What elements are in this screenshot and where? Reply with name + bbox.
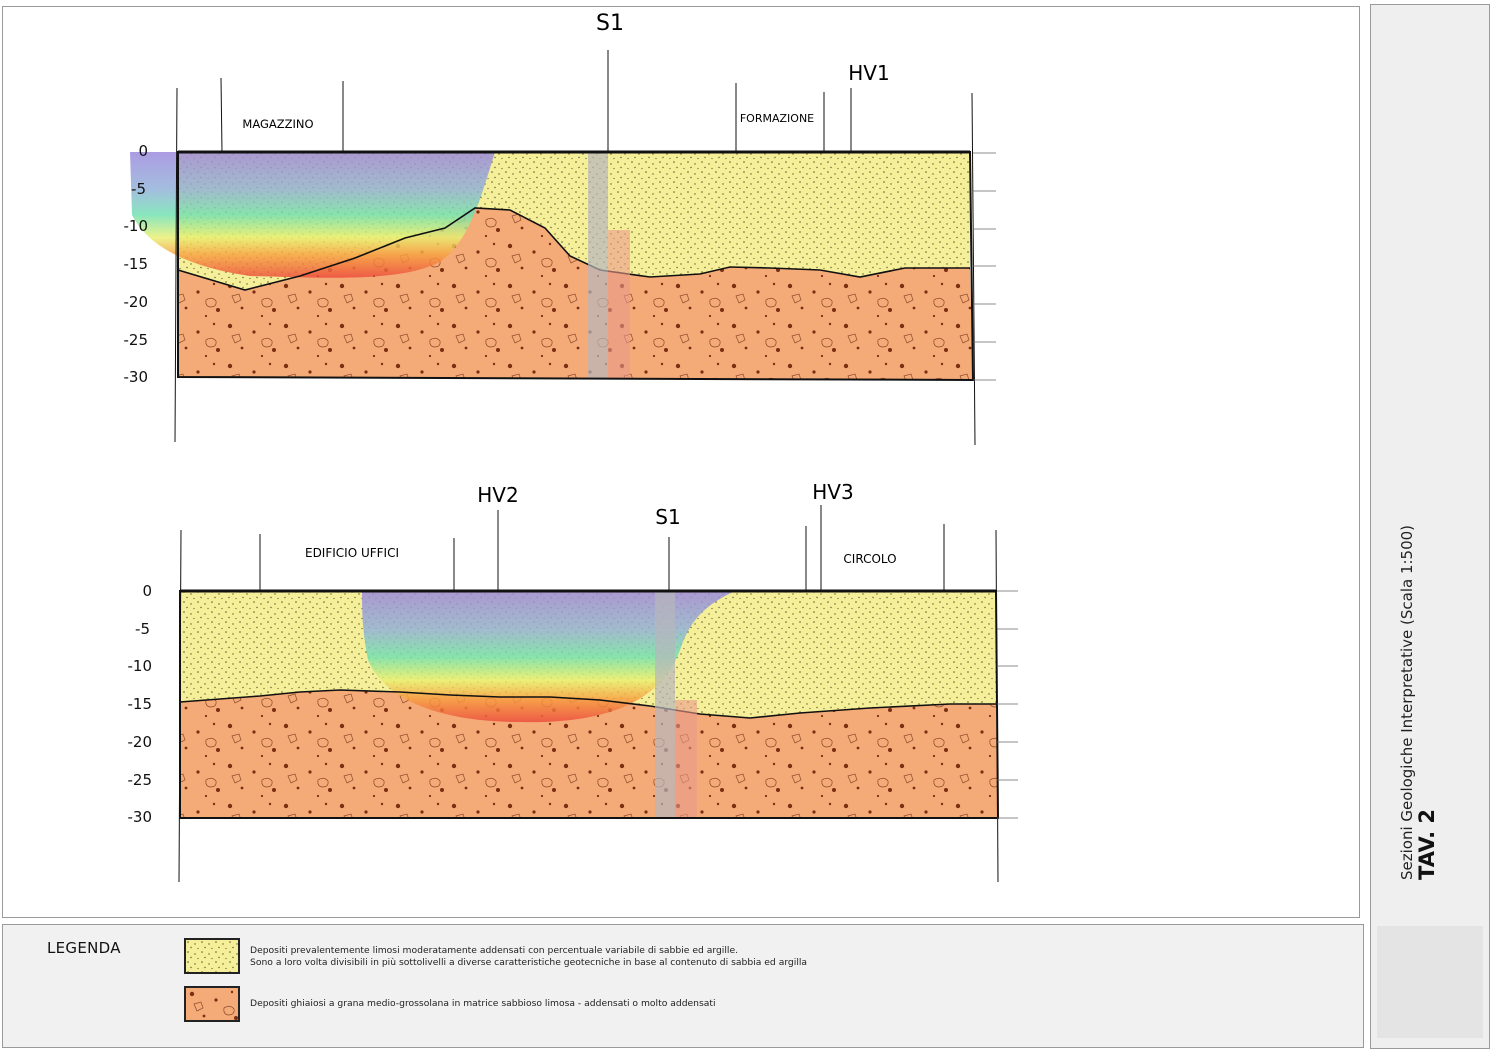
- section-2-depth-tick: -5: [135, 620, 150, 638]
- section-1-depth-tick: -20: [124, 293, 149, 311]
- section-1-right-ticks: [973, 152, 996, 381]
- legend-item-silt-line2: Sono a loro volta divisibili in più sott…: [250, 957, 808, 968]
- section-1-depth-tick: -15: [124, 255, 149, 273]
- section-1-depth-tick: 0: [138, 142, 148, 160]
- section-1-borehole-s1-column: [588, 152, 608, 378]
- section-2-depth-tick: -10: [128, 657, 153, 675]
- section-1-depth-tick: -30: [124, 368, 149, 386]
- section-2: 0 -5 -10 -15 -20 -25 -30 HV2 S1 HV3 EDIF…: [128, 480, 1018, 883]
- section-2-depth-tick: -30: [128, 808, 153, 826]
- section-2-borehole-s1-column: [655, 591, 675, 818]
- sheet-code: TAV. 2: [1415, 809, 1439, 880]
- section-1-depth-tick: -10: [124, 217, 149, 235]
- legend-title: LEGENDA: [47, 939, 121, 957]
- title-panel-box: [1377, 926, 1483, 1038]
- section-1-depth-tick: -25: [124, 331, 149, 349]
- legend-item-silt: Depositi prevalentemente limosi moderata…: [250, 945, 807, 969]
- section-1-ert-anomaly: [130, 152, 495, 278]
- section-1-left-edge: [174, 87, 178, 443]
- section-2-right-ticks: [997, 590, 1018, 819]
- section-1-borehole-label-hv1: HV1: [848, 61, 889, 85]
- section-2-depth-tick: 0: [142, 582, 152, 600]
- sheet-title: Sezioni Geologiche Interpretative (Scala…: [1398, 524, 1439, 880]
- legend-item-gravel-line1: Depositi ghiaiosi a grana medio-grossola…: [250, 998, 716, 1009]
- legend-panel: LEGENDA Depositi prevalentemente limosi …: [2, 924, 1364, 1048]
- legend-item-silt-line1: Depositi prevalentemente limosi moderata…: [250, 945, 739, 956]
- section-1-borehole-label-s1: S1: [596, 11, 624, 36]
- legend-item-gravel: Depositi ghiaiosi a grana medio-grossola…: [250, 998, 716, 1010]
- section-2-depth-axis: 0 -5 -10 -15 -20 -25 -30: [128, 582, 153, 826]
- section-1-label-formazione: FORMAZIONE: [740, 112, 814, 125]
- section-2-label-circolo: CIRCOLO: [843, 552, 896, 566]
- section-2-borehole-s1-log: [675, 700, 697, 818]
- section-2-label-edificio-uffici: EDIFICIO UFFICI: [305, 546, 399, 560]
- section-2-depth-tick: -25: [128, 771, 153, 789]
- geologic-sections-drawing: 0 -5 -10 -15 -20 -25 -30 S1 HV1 MAGAZZIN…: [124, 11, 1018, 883]
- section-1-borehole-s1-log: [608, 230, 630, 378]
- legend-swatch-silt: [184, 938, 240, 974]
- section-1-depth-tick: -5: [131, 180, 146, 198]
- section-2-borehole-label-s1: S1: [655, 505, 680, 529]
- section-1-label-magazzino: MAGAZZINO: [242, 117, 313, 131]
- section-2-depth-tick: -20: [128, 733, 153, 751]
- section-2-depth-tick: -15: [128, 695, 153, 713]
- section-2-borehole-label-hv2: HV2: [477, 483, 518, 507]
- legend-swatch-gravel: [184, 986, 240, 1022]
- sheet-subtitle: Sezioni Geologiche Interpretative (Scala…: [1398, 524, 1416, 880]
- section-2-borehole-label-hv3: HV3: [812, 480, 853, 504]
- section-1: 0 -5 -10 -15 -20 -25 -30 S1 HV1 MAGAZZIN…: [124, 11, 996, 446]
